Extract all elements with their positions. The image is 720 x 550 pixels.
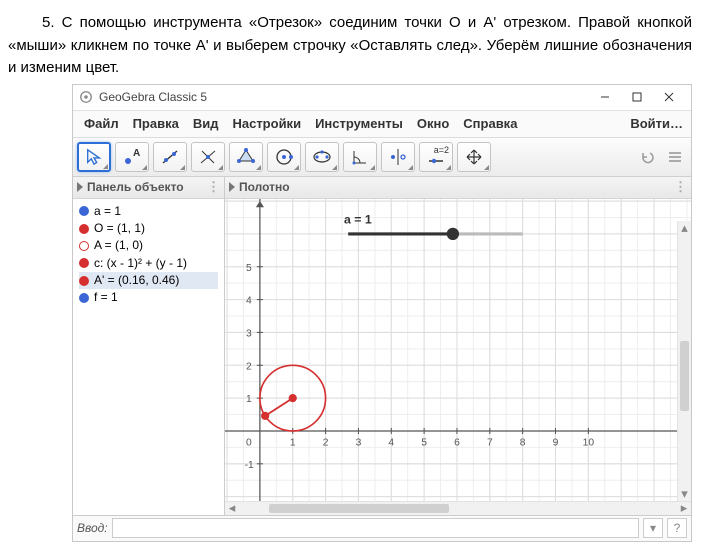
algebra-panel-header[interactable]: Панель объекто ⋮	[73, 177, 224, 199]
input-dropdown-icon[interactable]: ▾	[643, 518, 663, 538]
menu-settings[interactable]: Настройки	[225, 113, 308, 134]
object-color-dot	[79, 241, 89, 251]
menu-file[interactable]: Файл	[77, 113, 126, 134]
svg-text:A: A	[133, 148, 140, 159]
algebra-item-label: f = 1	[94, 289, 118, 306]
menu-help[interactable]: Справка	[456, 113, 524, 134]
command-input[interactable]	[112, 518, 639, 538]
maximize-button[interactable]	[621, 86, 653, 108]
menu-window[interactable]: Окно	[410, 113, 456, 134]
tool-perpendicular[interactable]	[191, 142, 225, 172]
svg-text:9: 9	[553, 437, 559, 448]
graphics-canvas[interactable]: 1 2 3 4 5 6 7 8 9 10 1 2 3 4 5 -1 0 a = 1 ▴ ▾	[225, 199, 691, 501]
tool-angle[interactable]	[343, 142, 377, 172]
algebra-item[interactable]: c: (x - 1)² + (y - 1)	[79, 255, 218, 272]
scroll-thumb-h[interactable]	[269, 504, 449, 513]
instruction-text: 5. С помощью инструмента «Отрезок» соеди…	[8, 14, 692, 76]
panel-extra-icon[interactable]: ⋮	[674, 179, 687, 195]
algebra-item-label: O = (1, 1)	[94, 220, 145, 237]
svg-text:0: 0	[246, 437, 252, 448]
svg-text:5: 5	[246, 262, 252, 273]
algebra-panel-title: Панель объекто	[87, 180, 184, 194]
svg-text:8: 8	[520, 437, 526, 448]
svg-text:10: 10	[583, 437, 595, 448]
svg-text:3: 3	[356, 437, 362, 448]
title-bar: GeoGebra Classic 5	[73, 85, 691, 111]
input-label: Ввод:	[77, 521, 108, 535]
menu-view[interactable]: Вид	[186, 113, 226, 134]
object-color-dot	[79, 276, 89, 286]
minimize-button[interactable]	[589, 86, 621, 108]
object-color-dot	[79, 206, 89, 216]
login-link[interactable]: Войти…	[630, 116, 687, 131]
app-window: GeoGebra Classic 5 Файл Правка Вид Настр…	[72, 84, 692, 542]
tool-reflect[interactable]	[381, 142, 415, 172]
tool-circle[interactable]	[267, 142, 301, 172]
panel-extra-icon[interactable]: ⋮	[207, 179, 220, 195]
scrollbar-vertical[interactable]: ▴ ▾	[677, 221, 691, 501]
algebra-item[interactable]: A' = (0.16, 0.46)	[79, 272, 218, 289]
tool-slider[interactable]: a=2	[419, 142, 453, 172]
tool-move-view[interactable]	[457, 142, 491, 172]
tool-conic[interactable]	[305, 142, 339, 172]
canvas-panel-title: Полотно	[239, 180, 290, 194]
grid-svg: 1 2 3 4 5 6 7 8 9 10 1 2 3 4 5 -1 0 a = 1	[225, 199, 691, 501]
algebra-item[interactable]: f = 1	[79, 289, 218, 306]
input-bar: Ввод: ▾ ?	[73, 515, 691, 541]
menu-edit[interactable]: Правка	[126, 113, 186, 134]
hamburger-icon[interactable]	[663, 145, 687, 169]
tool-line[interactable]	[153, 142, 187, 172]
svg-text:5: 5	[421, 437, 427, 448]
svg-text:-1: -1	[245, 459, 254, 470]
algebra-item[interactable]: O = (1, 1)	[79, 220, 218, 237]
scroll-up-icon[interactable]: ▴	[678, 221, 691, 235]
svg-text:3: 3	[246, 328, 252, 339]
scrollbar-horizontal[interactable]: ◂ ▸	[225, 501, 691, 515]
algebra-item-label: A' = (0.16, 0.46)	[94, 272, 179, 289]
svg-text:4: 4	[388, 437, 394, 448]
svg-text:6: 6	[454, 437, 460, 448]
app-icon	[79, 90, 93, 104]
svg-text:4: 4	[246, 295, 252, 306]
tool-polygon[interactable]	[229, 142, 263, 172]
window-title: GeoGebra Classic 5	[99, 90, 207, 104]
algebra-item-label: a = 1	[94, 203, 121, 220]
menu-tools[interactable]: Инструменты	[308, 113, 410, 134]
algebra-item[interactable]: A = (1, 0)	[79, 237, 218, 254]
algebra-item[interactable]: a = 1	[79, 203, 218, 220]
algebra-item-label: A = (1, 0)	[94, 237, 143, 254]
tool-point[interactable]: A	[115, 142, 149, 172]
svg-text:1: 1	[290, 437, 296, 448]
object-color-dot	[79, 258, 89, 268]
scroll-right-icon[interactable]: ▸	[677, 500, 691, 516]
scroll-left-icon[interactable]: ◂	[225, 500, 239, 516]
undo-icon[interactable]	[635, 145, 659, 169]
close-button[interactable]	[653, 86, 685, 108]
menu-bar: Файл Правка Вид Настройки Инструменты Ок…	[73, 111, 691, 137]
scroll-down-icon[interactable]: ▾	[678, 487, 691, 501]
chevron-right-icon	[229, 182, 235, 192]
object-color-dot	[79, 293, 89, 303]
tool-move[interactable]	[77, 142, 111, 172]
svg-text:2: 2	[246, 361, 252, 372]
svg-text:a = 1: a = 1	[344, 212, 372, 226]
svg-text:2: 2	[323, 437, 329, 448]
tool-bar: A a=2	[73, 137, 691, 177]
svg-text:1: 1	[246, 394, 252, 405]
algebra-list: a = 1O = (1, 1)A = (1, 0)c: (x - 1)² + (…	[73, 199, 224, 311]
scroll-thumb-v[interactable]	[680, 341, 689, 411]
algebra-panel: Панель объекто ⋮ a = 1O = (1, 1)A = (1, …	[73, 177, 225, 515]
object-color-dot	[79, 224, 89, 234]
algebra-item-label: c: (x - 1)² + (y - 1)	[94, 255, 187, 272]
input-help-icon[interactable]: ?	[667, 518, 687, 538]
svg-text:7: 7	[487, 437, 493, 448]
canvas-panel-header[interactable]: Полотно ⋮	[225, 177, 691, 199]
chevron-right-icon	[77, 182, 83, 192]
